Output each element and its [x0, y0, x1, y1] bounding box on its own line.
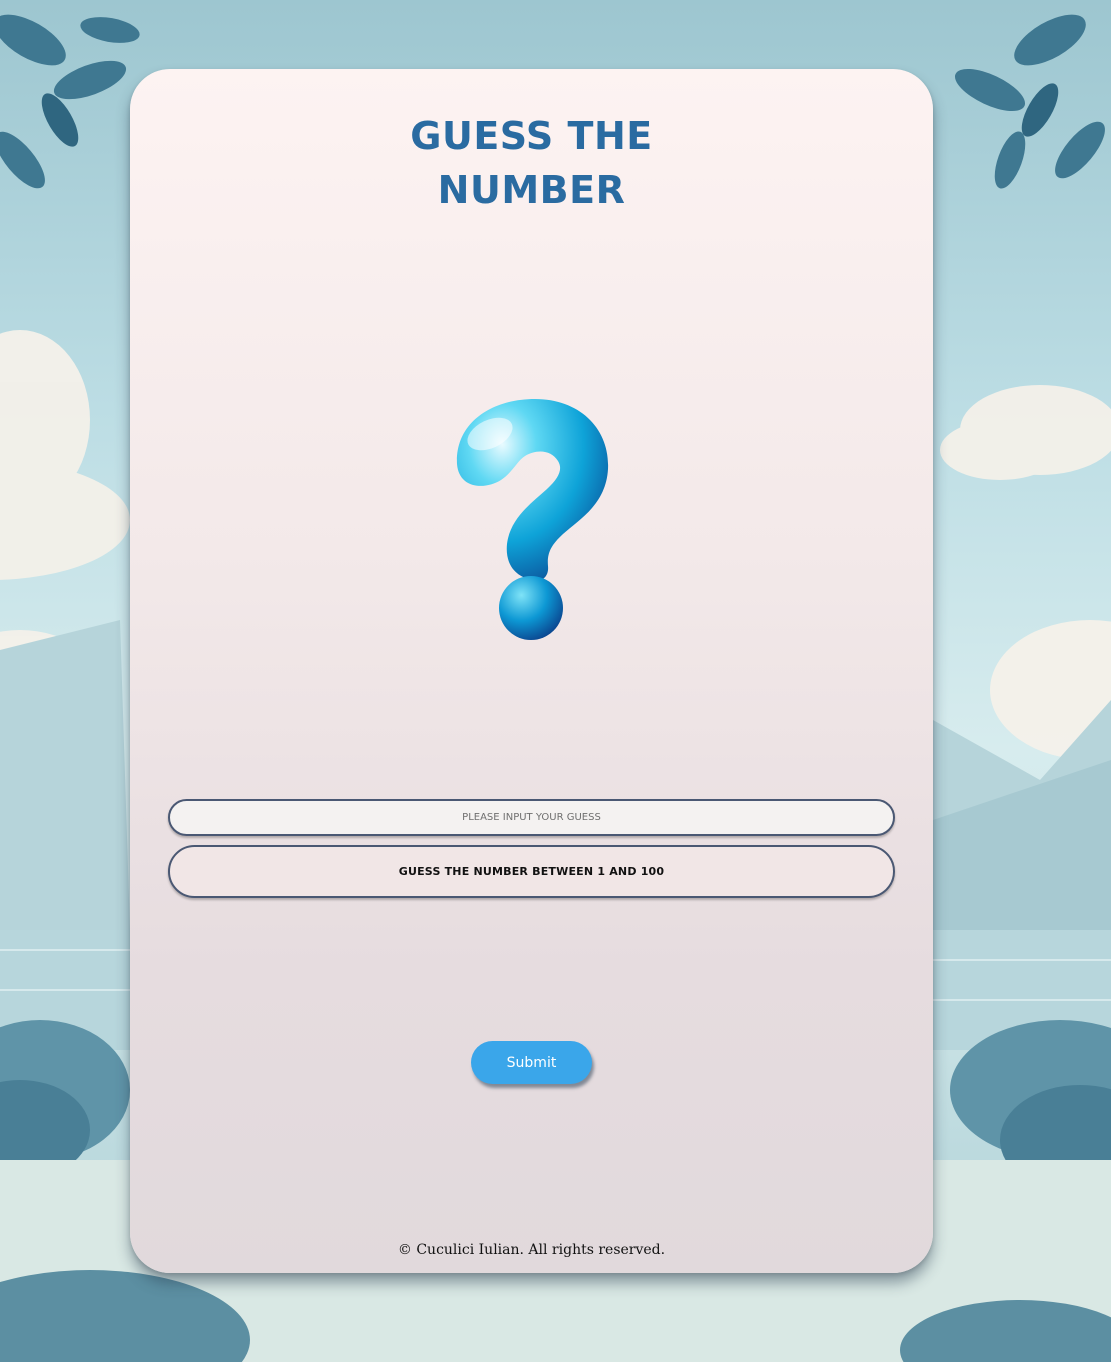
game-card: GUESS THE NUMBER GUESS THE NUMBER BETWEE…: [130, 69, 933, 1273]
page-title: GUESS THE NUMBER: [410, 114, 653, 212]
guess-input[interactable]: [168, 799, 895, 836]
submit-button[interactable]: Submit: [471, 1041, 592, 1084]
message-box: GUESS THE NUMBER BETWEEN 1 AND 100: [168, 845, 895, 898]
message-text: GUESS THE NUMBER BETWEEN 1 AND 100: [398, 865, 665, 878]
footer-copyright: © Cuculici Iulian. All rights reserved.: [397, 1242, 666, 1258]
question-mark-icon: [456, 399, 609, 640]
